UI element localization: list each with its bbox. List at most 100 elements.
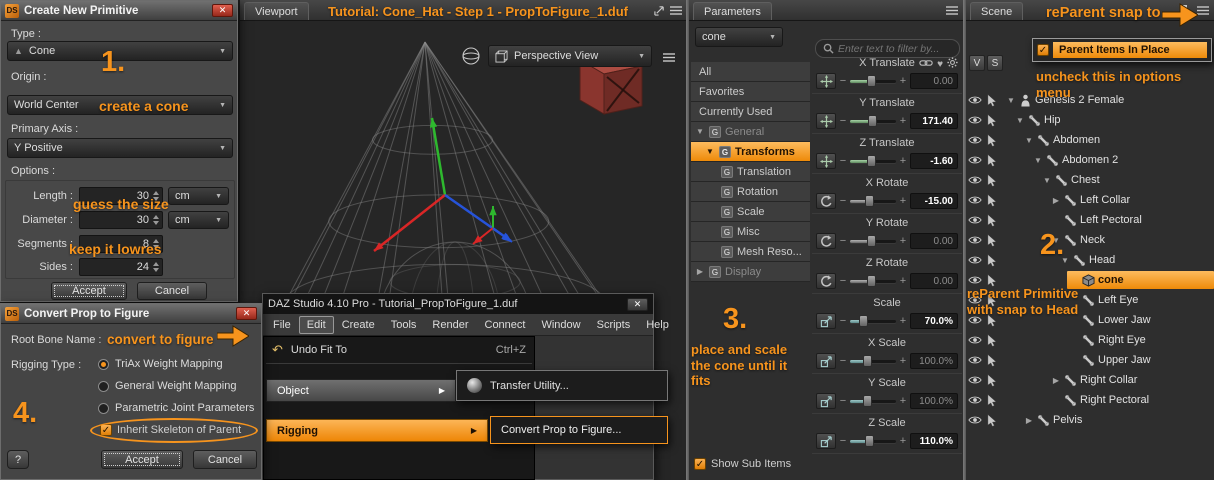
slider-track[interactable] <box>850 394 896 408</box>
eye-icon[interactable] <box>966 235 983 245</box>
params-nav-favorites[interactable]: Favorites <box>691 82 810 102</box>
params-nav-misc[interactable]: G Misc <box>691 222 810 242</box>
slider-value[interactable]: 70.0% <box>910 313 958 329</box>
slider-handle[interactable] <box>867 235 877 247</box>
tab-scene[interactable]: Scene <box>970 2 1024 20</box>
slider-value[interactable]: 0.00 <box>910 73 958 89</box>
scene-node-right-eye[interactable]: Right Eye <box>966 330 1214 350</box>
eye-icon[interactable] <box>966 395 983 405</box>
params-nav-mesh-reso[interactable]: G Mesh Reso... <box>691 242 810 262</box>
slider-increment-button[interactable]: + <box>899 435 907 447</box>
cursor-icon[interactable] <box>983 353 1000 367</box>
scene-node-abdomen-2[interactable]: ▼ Abdomen 2 <box>966 150 1214 170</box>
cursor-icon[interactable] <box>983 253 1000 267</box>
spin-down-icon[interactable] <box>153 268 159 272</box>
slider-value[interactable]: 171.40 <box>910 113 958 129</box>
menu-help[interactable]: Help <box>638 316 677 334</box>
slider-value[interactable]: -15.00 <box>910 193 958 209</box>
slider-value[interactable]: 0.00 <box>910 233 958 249</box>
menu-item-object[interactable]: Object ▶ <box>266 379 456 402</box>
slider-track[interactable] <box>850 434 896 448</box>
slider-decrement-button[interactable]: − <box>839 355 847 367</box>
scene-node-left-collar[interactable]: ▶ Left Collar <box>966 190 1214 210</box>
close-icon[interactable]: ✕ <box>627 297 648 311</box>
menu-item-transfer-utility[interactable]: Transfer Utility... <box>490 380 569 392</box>
slider-handle[interactable] <box>858 315 868 327</box>
slider-decrement-button[interactable]: − <box>839 195 847 207</box>
slider-decrement-button[interactable]: − <box>839 435 847 447</box>
radio-button[interactable] <box>98 380 109 392</box>
slider-value[interactable]: 0.00 <box>910 273 958 289</box>
scene-node-neck[interactable]: ▼ Neck <box>966 230 1214 250</box>
eye-icon[interactable] <box>966 355 983 365</box>
close-icon[interactable]: ✕ <box>212 4 233 17</box>
menu-tools[interactable]: Tools <box>383 316 425 334</box>
slider-increment-button[interactable]: + <box>899 275 907 287</box>
slider-increment-button[interactable]: + <box>899 195 907 207</box>
slider-increment-button[interactable]: + <box>899 75 907 87</box>
checkbox-checked-icon[interactable]: ✓ <box>694 458 706 470</box>
spin-up-icon[interactable] <box>153 191 159 195</box>
panel-menu-icon[interactable] <box>945 3 959 17</box>
slider-handle[interactable] <box>866 155 876 167</box>
slider-decrement-button[interactable]: − <box>839 75 847 87</box>
tree-collapse-icon[interactable]: ▼ <box>1006 96 1016 105</box>
params-nav-rotation[interactable]: G Rotation <box>691 182 810 202</box>
cursor-icon[interactable] <box>983 113 1000 127</box>
view-orbit-icon[interactable] <box>460 45 482 67</box>
dialog-titlebar[interactable]: DS Create New Primitive ✕ <box>1 1 237 21</box>
tab-viewport[interactable]: Viewport <box>244 2 309 20</box>
spin-down-icon[interactable] <box>153 221 159 225</box>
cursor-icon[interactable] <box>983 273 1000 287</box>
view-selector-dropdown[interactable]: Perspective View ▼ <box>488 45 652 67</box>
cursor-icon[interactable] <box>983 93 1000 107</box>
eye-icon[interactable] <box>966 415 983 425</box>
slider-track[interactable] <box>850 74 896 88</box>
slider-increment-button[interactable]: + <box>899 315 907 327</box>
eye-icon[interactable] <box>966 215 983 225</box>
menu-file[interactable]: File <box>265 316 299 334</box>
slider-track[interactable] <box>850 274 896 288</box>
slider-value[interactable]: -1.60 <box>910 153 958 169</box>
slider-increment-button[interactable]: + <box>899 155 907 167</box>
slider-handle[interactable] <box>863 355 873 367</box>
eye-icon[interactable] <box>966 95 983 105</box>
params-nav-general[interactable]: ▼ G General <box>691 122 810 142</box>
scene-node-right-pectoral[interactable]: Right Pectoral <box>966 390 1214 410</box>
cursor-icon[interactable] <box>983 333 1000 347</box>
slider-increment-button[interactable]: + <box>899 115 907 127</box>
window-titlebar[interactable]: DAZ Studio 4.10 Pro - Tutorial_PropToFig… <box>263 294 653 314</box>
panel-menu-icon[interactable] <box>1196 3 1210 17</box>
slider-track[interactable] <box>850 314 896 328</box>
close-icon[interactable]: ✕ <box>236 307 257 320</box>
heart-icon[interactable]: ♥ <box>937 59 943 70</box>
slider-handle[interactable] <box>867 75 877 87</box>
slider-track[interactable] <box>850 194 896 208</box>
diameter-field[interactable]: 30 <box>79 211 163 229</box>
scene-node-right-collar[interactable]: ▶ Right Collar <box>966 370 1214 390</box>
menu-create[interactable]: Create <box>334 316 383 334</box>
slider-handle[interactable] <box>867 275 877 287</box>
eye-icon[interactable] <box>966 195 983 205</box>
slider-value[interactable]: 100.0% <box>910 353 958 369</box>
eye-icon[interactable] <box>966 275 983 285</box>
slider-decrement-button[interactable]: − <box>839 395 847 407</box>
panel-menu-icon[interactable] <box>669 3 683 17</box>
viewport-options-icon[interactable] <box>662 50 676 64</box>
spin-up-icon[interactable] <box>153 262 159 266</box>
params-nav-all[interactable]: All <box>691 62 810 82</box>
radio-button[interactable] <box>98 358 109 370</box>
tree-collapse-icon[interactable]: ▼ <box>1015 116 1025 125</box>
slider-value[interactable]: 100.0% <box>910 393 958 409</box>
rigging-option-1[interactable]: TriAx Weight Mapping <box>98 353 260 375</box>
params-nav-transforms[interactable]: ▼ G Transforms <box>691 142 810 162</box>
params-nav-currently-used[interactable]: Currently Used <box>691 102 810 122</box>
cursor-icon[interactable] <box>983 213 1000 227</box>
slider-value[interactable]: 110.0% <box>910 433 958 449</box>
filter-input[interactable] <box>838 42 952 55</box>
menu-item-parent-in-place[interactable]: Parent Items In Place <box>1053 42 1207 58</box>
eye-icon[interactable] <box>966 255 983 265</box>
selectability-column-button[interactable]: S <box>987 55 1003 71</box>
params-nav-scale[interactable]: G Scale <box>691 202 810 222</box>
scene-node-chest[interactable]: ▼ Chest <box>966 170 1214 190</box>
